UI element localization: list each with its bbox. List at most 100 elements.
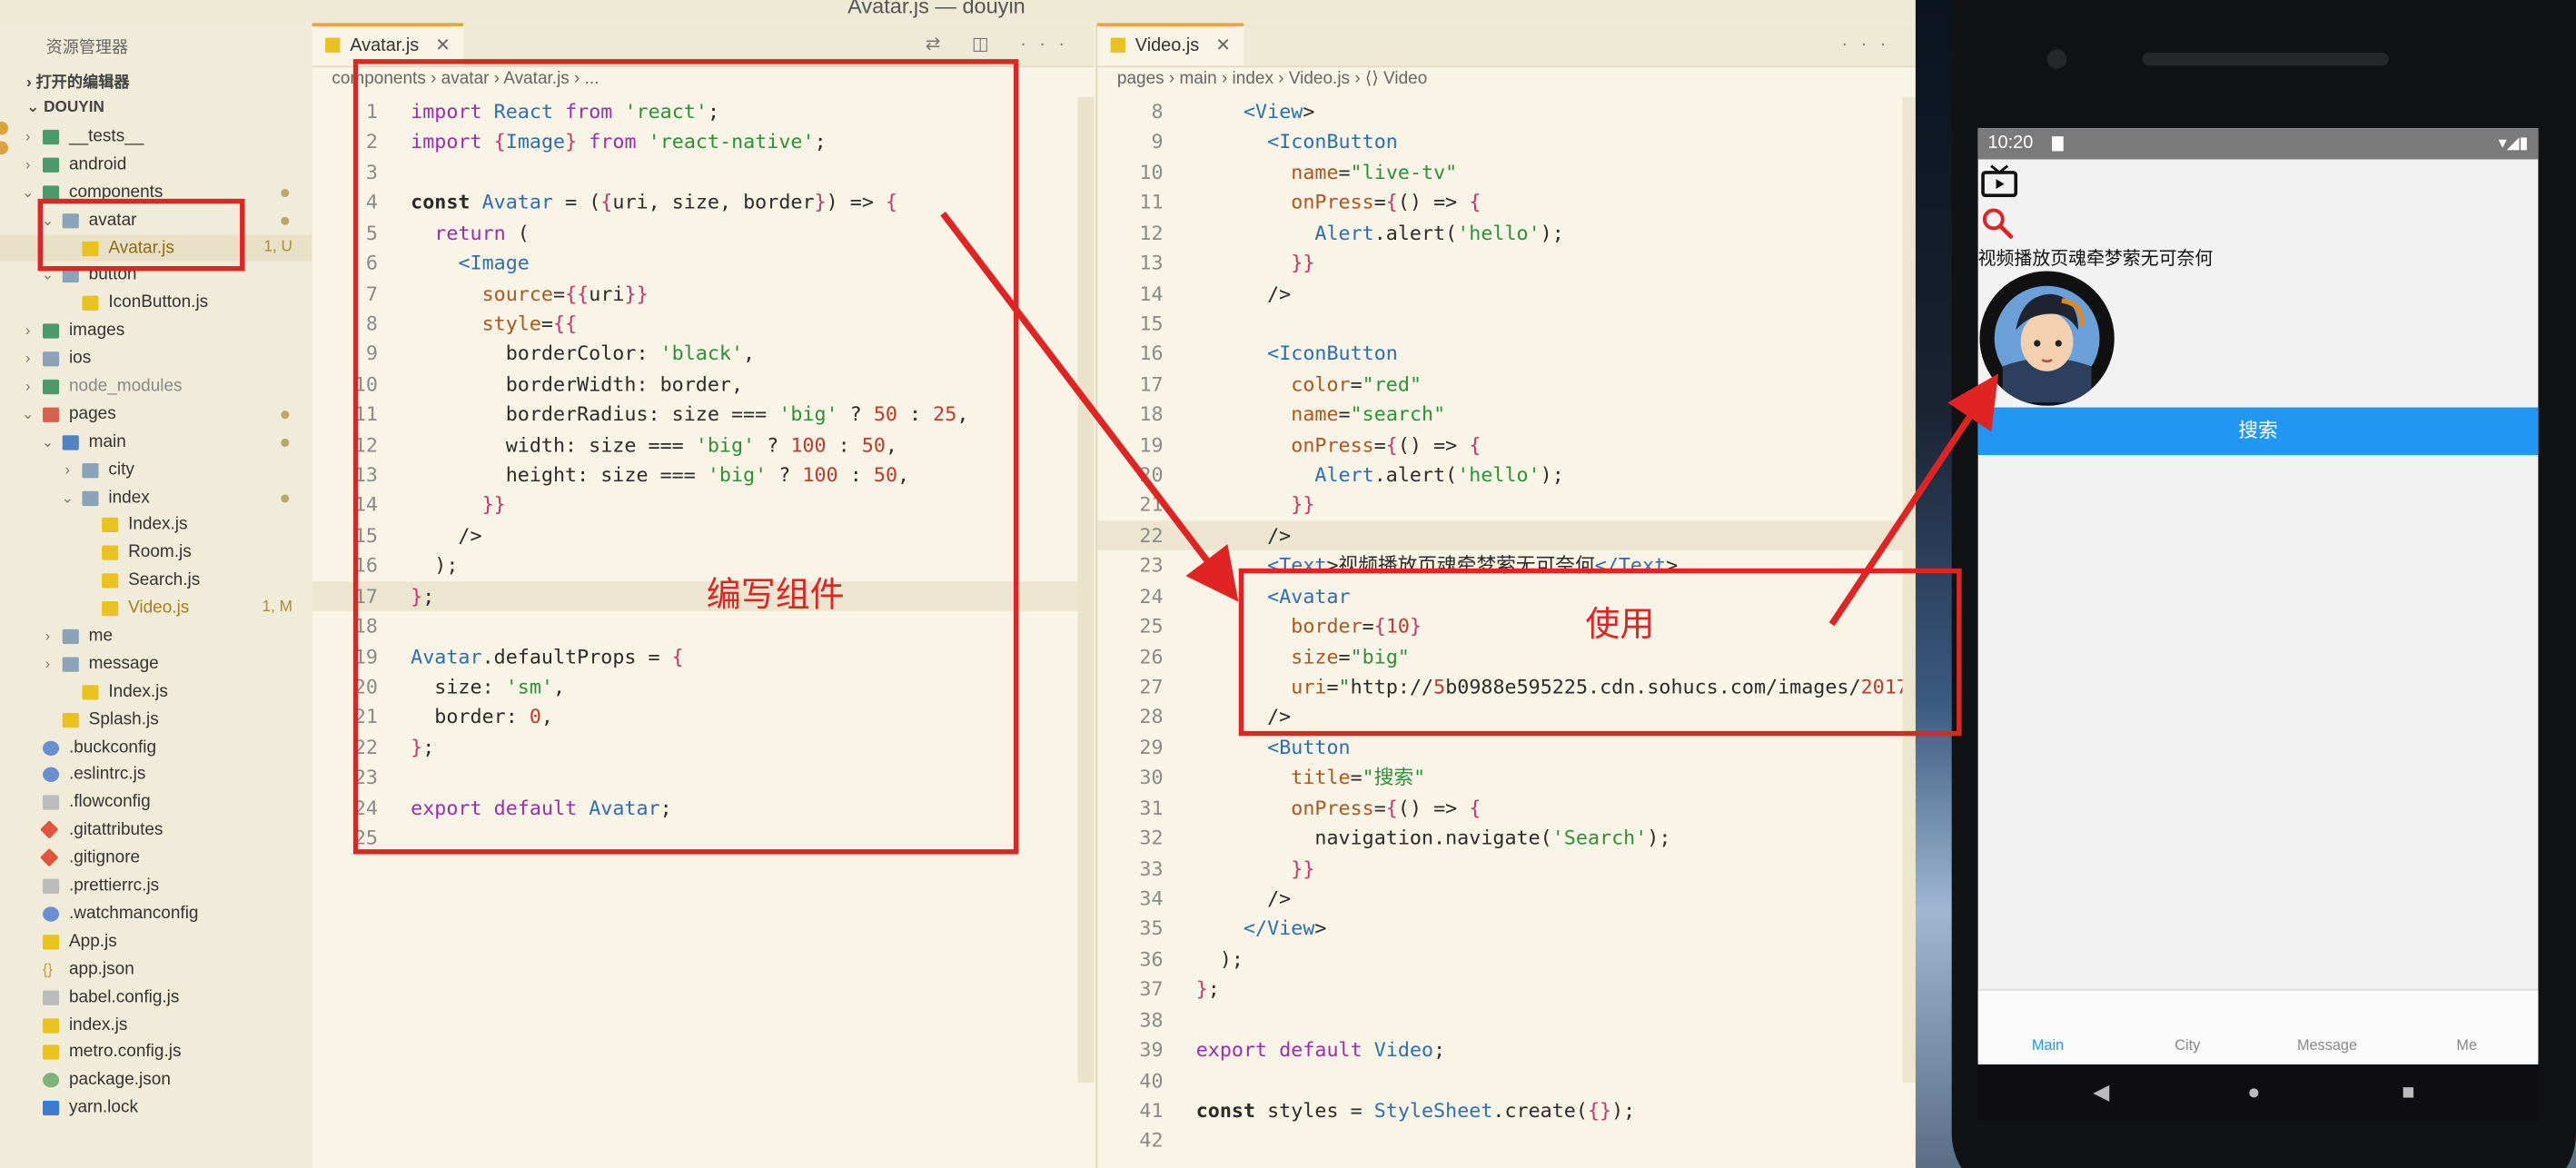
file-tree-item[interactable]: › me [0, 623, 312, 651]
code-line[interactable]: 19 onPress={() => { [1097, 430, 1916, 460]
code-line[interactable]: 41 const styles = StyleSheet.create({}); [1097, 1095, 1916, 1125]
recents-icon[interactable]: ■ [2402, 1079, 2414, 1104]
file-tree-item[interactable]: Splash.js [0, 706, 312, 734]
code-line[interactable]: 33 }} [1097, 854, 1916, 884]
chevron-down-icon[interactable]: ⌄ [20, 401, 36, 429]
code-line[interactable]: 30 title="搜索" [1097, 763, 1916, 793]
code-line[interactable]: 8 <View> [1097, 97, 1916, 127]
project-section[interactable]: ⌄ DOUYIN [26, 99, 104, 117]
file-tree-item[interactable]: › message [0, 650, 312, 678]
chevron-down-icon[interactable]: ⌄ [59, 484, 75, 512]
code-line[interactable]: 42 [1097, 1126, 1916, 1156]
code-line[interactable]: 38 [1097, 1005, 1916, 1034]
chevron-down-icon[interactable]: ⌄ [20, 179, 36, 207]
home-icon[interactable]: ● [2247, 1079, 2260, 1104]
chevron-right-icon[interactable]: › [20, 151, 36, 179]
file-tree-item[interactable]: Index.js [0, 678, 312, 707]
chevron-right-icon[interactable]: › [20, 124, 36, 152]
code-line[interactable]: 18 name="search" [1097, 400, 1916, 430]
code-line[interactable]: 14 /> [1097, 279, 1916, 309]
file-tree-item[interactable]: Video.js 1, M [0, 595, 312, 623]
file-tree-label: main [88, 431, 126, 452]
file-tree-item[interactable]: Search.js [0, 567, 312, 595]
file-tree-item[interactable]: .buckconfig [0, 734, 312, 762]
chevron-right-icon[interactable]: › [39, 650, 55, 678]
file-tree-item[interactable]: › node_modules [0, 373, 312, 401]
code-line[interactable]: 29 <Button [1097, 732, 1916, 762]
file-tree-item[interactable]: yarn.lock [0, 1094, 312, 1123]
code-line[interactable]: 21 }} [1097, 490, 1916, 520]
file-tree-item[interactable]: .flowconfig [0, 789, 312, 817]
file-tree-item[interactable]: › __tests__ [0, 124, 312, 152]
tab-me[interactable]: Me [2397, 1036, 2537, 1053]
file-tree-label: app.json [68, 958, 134, 979]
scrollbar[interactable] [1077, 96, 1095, 1083]
code-line[interactable]: 13 }} [1097, 248, 1916, 278]
code-line[interactable]: 10 name="live-tv" [1097, 157, 1916, 187]
file-tree-item[interactable]: App.js [0, 928, 312, 956]
file-tree-item[interactable]: metro.config.js [0, 1039, 312, 1067]
code-line[interactable]: 22 /> [1097, 520, 1916, 551]
file-tree-item[interactable]: package.json [0, 1066, 312, 1094]
git-file-icon [40, 820, 59, 840]
chevron-right-icon[interactable]: › [59, 456, 75, 484]
tab-message[interactable]: Message [2257, 1036, 2397, 1053]
code-text: title="搜索" [1291, 766, 1426, 789]
code-line[interactable]: 36 ); [1097, 945, 1916, 975]
tab-video-js[interactable]: Video.js ✕ [1097, 23, 1244, 66]
chevron-right-icon[interactable]: › [20, 318, 36, 346]
chevron-right-icon[interactable]: › [39, 623, 55, 651]
tab-city[interactable]: City [2117, 1036, 2257, 1053]
code-line[interactable]: 37}; [1097, 975, 1916, 1005]
code-line[interactable]: 32 navigation.navigate('Search'); [1097, 823, 1916, 853]
editor-actions[interactable]: ··· [1842, 23, 1899, 65]
file-tree-item[interactable]: ⌄ index [0, 484, 312, 512]
code-line[interactable]: 17 color="red" [1097, 370, 1916, 400]
explorer-sidebar: 资源管理器 › 打开的编辑器 ⌄ DOUYIN › __tests__ › andro… [0, 23, 314, 1168]
tab-main[interactable]: Main [1978, 1036, 2118, 1053]
file-tree-item[interactable]: index.js [0, 1011, 312, 1039]
file-tree-item[interactable]: .gitattributes [0, 817, 312, 845]
search-button[interactable]: 搜索 [1977, 407, 2539, 456]
code-line[interactable]: 35 </View> [1097, 914, 1916, 944]
code-line[interactable]: 34 /> [1097, 884, 1916, 914]
line-number: 16 [1139, 341, 1164, 366]
file-tree-item[interactable]: › android [0, 151, 312, 179]
file-tree-item[interactable]: ⌄ main [0, 429, 312, 457]
chevron-right-icon[interactable]: › [20, 373, 36, 401]
file-tree-item[interactable]: IconButton.js [0, 290, 312, 318]
code-line[interactable]: 16 <IconButton [1097, 339, 1916, 369]
line-number: 33 [1139, 856, 1164, 880]
code-line[interactable]: 11 onPress={() => { [1097, 188, 1916, 218]
file-tree-item[interactable]: › city [0, 456, 312, 484]
code-line[interactable]: 39 export default Video; [1097, 1035, 1916, 1065]
live-tv-icon[interactable] [1979, 164, 2018, 198]
file-tree-item[interactable]: › ios [0, 345, 312, 373]
search-icon[interactable] [1981, 207, 2014, 240]
code-line[interactable]: 12 Alert.alert('hello'); [1097, 218, 1916, 248]
code-line[interactable]: 31 onPress={() => { [1097, 793, 1916, 823]
close-icon[interactable]: ✕ [1215, 36, 1231, 56]
breadcrumb[interactable]: pages › main › index › Video.js › ⟨⟩ Vid… [1117, 69, 1427, 89]
file-tree-item[interactable]: .watchmanconfig [0, 900, 312, 928]
file-tree-label: message [88, 653, 159, 674]
code-line[interactable]: 15 [1097, 309, 1916, 339]
code-line[interactable]: 40 [1097, 1065, 1916, 1095]
file-tree-item[interactable]: Index.js [0, 511, 312, 539]
chevron-right-icon[interactable]: › [20, 345, 36, 373]
file-tree-item[interactable]: .prettierrc.js [0, 873, 312, 901]
line-number: 35 [1139, 916, 1164, 941]
file-tree-item[interactable]: babel.config.js [0, 984, 312, 1012]
file-tree-item[interactable]: .eslintrc.js [0, 761, 312, 789]
file-tree-item[interactable]: {} app.json [0, 955, 312, 984]
file-tree-item[interactable]: .gitignore [0, 845, 312, 873]
open-editors-section[interactable]: › 打开的编辑器 [26, 69, 130, 92]
code-line[interactable]: 20 Alert.alert('hello'); [1097, 460, 1916, 490]
code-line[interactable]: 9 <IconButton [1097, 127, 1916, 157]
file-tree-item[interactable]: › images [0, 318, 312, 346]
chevron-down-icon[interactable]: ⌄ [39, 429, 55, 457]
file-tree-item[interactable]: ⌄ pages [0, 401, 312, 429]
close-icon[interactable]: ✕ [435, 36, 451, 56]
file-tree-item[interactable]: Room.js [0, 539, 312, 568]
back-icon[interactable]: ◀ [2093, 1079, 2109, 1105]
